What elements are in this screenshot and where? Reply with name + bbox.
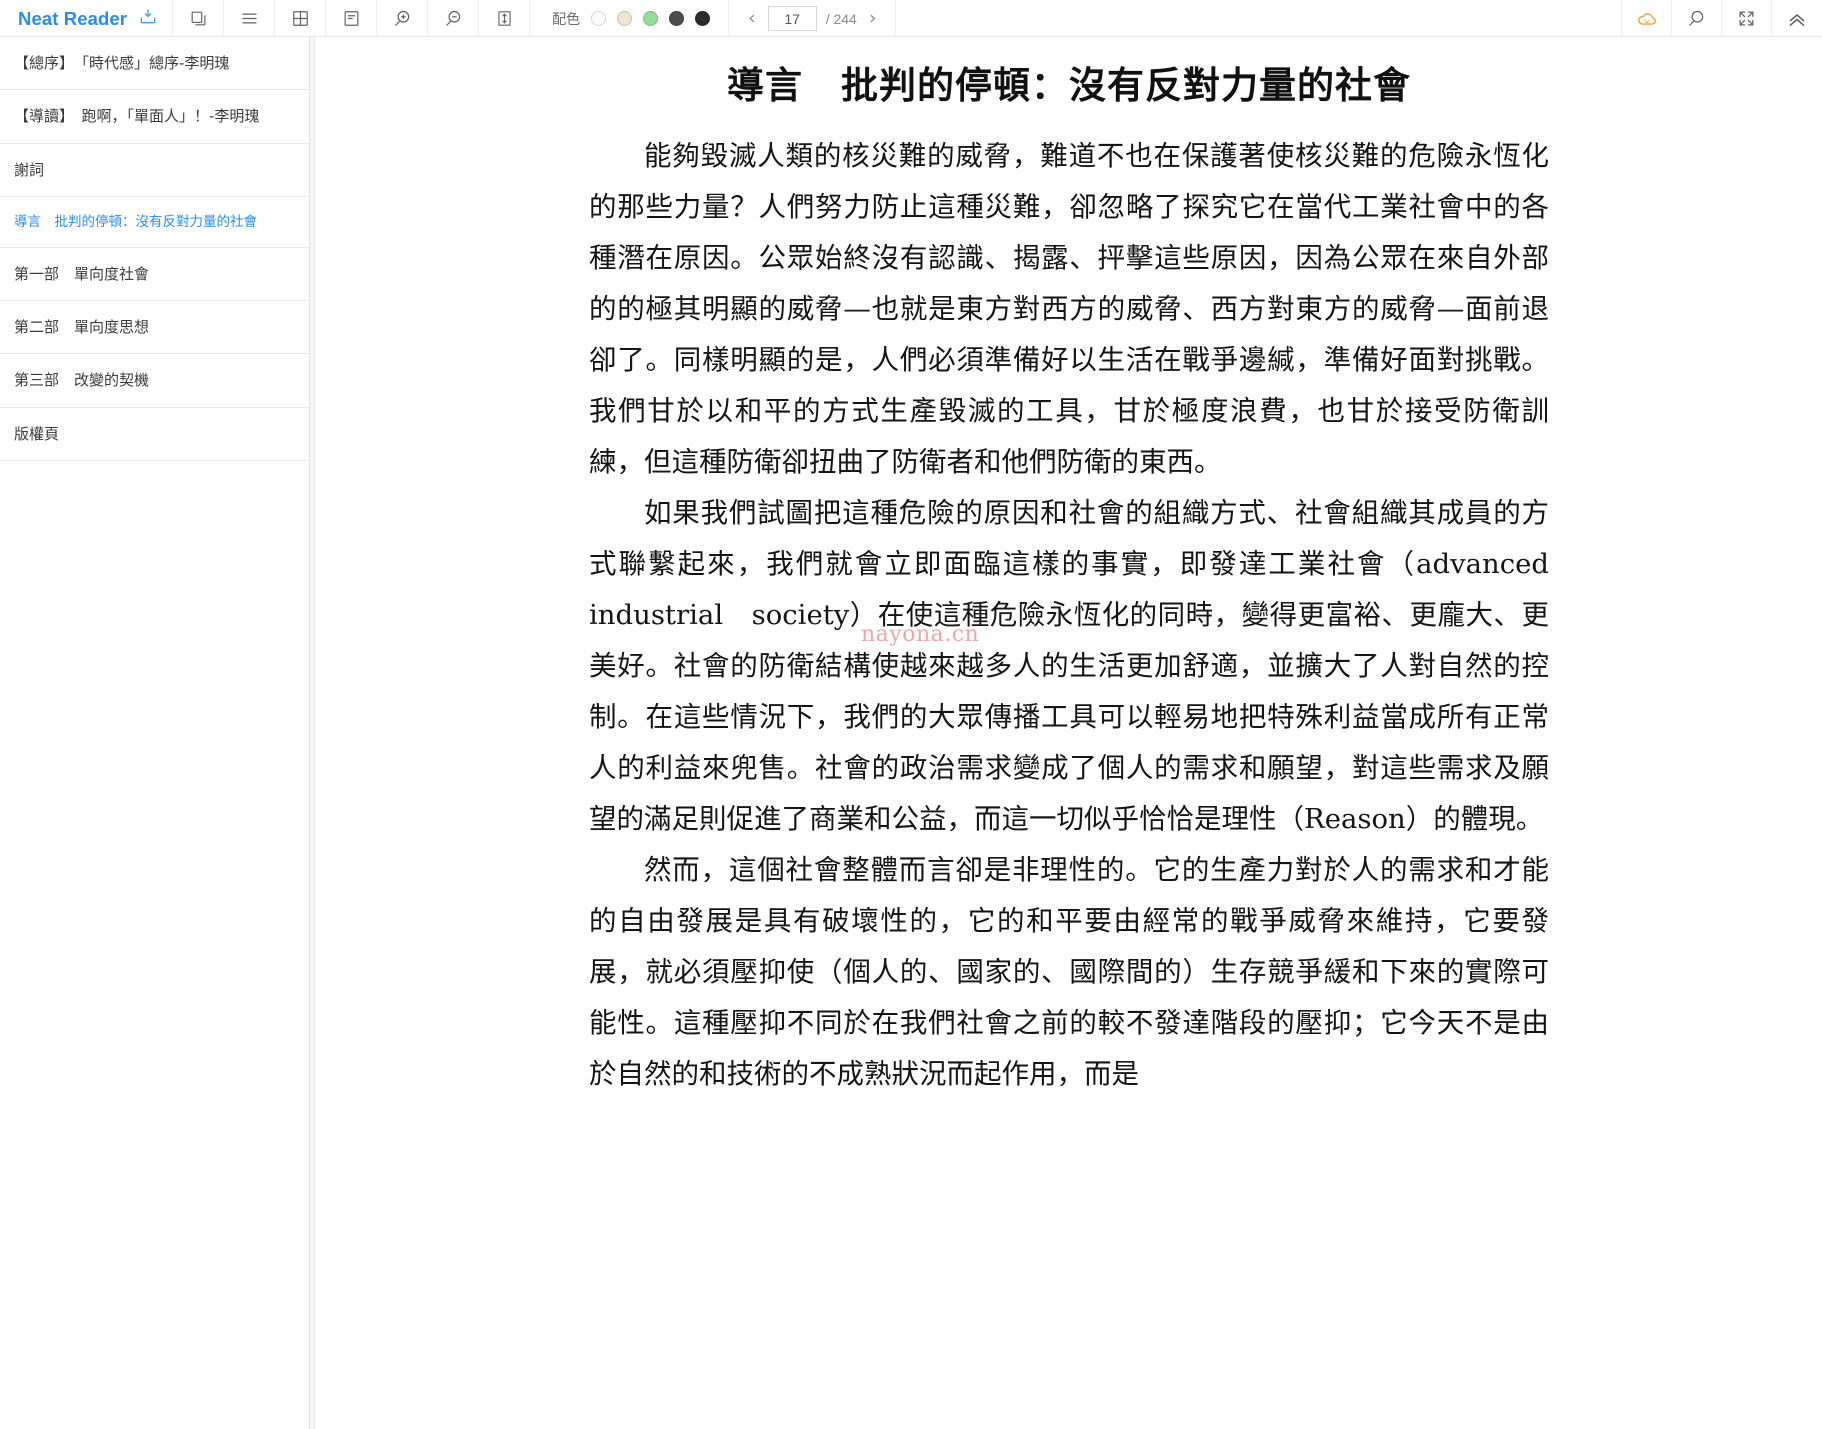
notes-icon[interactable] <box>326 0 376 37</box>
copy-icon[interactable] <box>173 0 223 37</box>
next-page-button[interactable]: › <box>866 9 880 28</box>
contents-icon[interactable] <box>224 0 274 37</box>
pager: ‹ / 244 › <box>729 0 897 37</box>
cloud-sync-icon[interactable] <box>1622 0 1672 37</box>
app-title: Neat Reader <box>18 7 128 29</box>
color-scheme-label: 配色 <box>552 11 581 28</box>
toolbar-button-layout[interactable] <box>275 0 327 37</box>
paragraph-1: 能夠毀滅人類的核災難的威脅，難道不也在保護著使核災難的危險永恆化的那些力量？人們… <box>589 140 1549 478</box>
color-scheme-group: 配色 <box>530 0 730 37</box>
sidebar-item-2[interactable]: 謝詞 <box>0 144 309 197</box>
sidebar-item-5[interactable]: 第二部 單向度思想 <box>0 301 309 355</box>
toc-sidebar: 【總序】 「時代感」總序-李明瑰 【導讀】 跑啊，「單面人」！-李明瑰 謝詞 導… <box>0 37 310 1429</box>
collapse-up-icon[interactable] <box>1772 0 1822 37</box>
grid-layout-icon[interactable] <box>275 0 325 37</box>
sidebar-item-6[interactable]: 第三部 改變的契機 <box>0 354 309 408</box>
sidebar-item-0[interactable]: 【總序】 「時代感」總序-李明瑰 <box>0 37 309 91</box>
zoom-out-icon[interactable] <box>428 0 478 37</box>
page-number-input[interactable] <box>767 6 817 31</box>
scheme-white-swatch[interactable] <box>591 11 607 26</box>
toolbar-button-copy[interactable] <box>173 0 225 37</box>
book-page: 導言 批判的停頓：沒有反對力量的社會 能夠毀滅人類的核災難的威脅，難道不也在保護… <box>589 37 1577 1100</box>
paragraph-2: 如果我們試圖把這種危險的原因和社會的組織方式、社會組織其成員的方式聯繫起來，我們… <box>589 497 1577 835</box>
zoom-in-icon[interactable] <box>377 0 427 37</box>
sidebar-resize-handle[interactable] <box>310 37 315 1429</box>
top-toolbar: Neat Reader 配色 ‹ 17 / 244 › <box>0 0 1822 37</box>
toc-list: 【總序】 「時代感」總序-李明瑰 【導讀】 跑啊，「單面人」！-李明瑰 謝詞 導… <box>0 37 309 461</box>
page-total-label: / 244 <box>825 10 857 27</box>
sidebar-item-7[interactable]: 版權頁 <box>0 408 309 461</box>
line-height-icon[interactable] <box>479 0 529 37</box>
fullscreen-icon[interactable] <box>1722 0 1772 37</box>
bookshelf-icon[interactable] <box>138 6 158 31</box>
brand-area: Neat Reader <box>0 0 174 37</box>
toolbar-button-line-height[interactable] <box>479 0 531 37</box>
toolbar-button-contents[interactable] <box>224 0 276 37</box>
paragraph-3: 然而，這個社會整體而言卻是非理性的。它的生產力對於人的需求和才能的自由發展是具有… <box>589 854 1549 1090</box>
toolbar-button-zoom-out[interactable] <box>428 0 480 37</box>
toolbar-button-zoom-in[interactable] <box>377 0 429 37</box>
toolbar-button-notes[interactable] <box>326 0 378 37</box>
chapter-title: 導言 批判的停頓：沒有反對力量的社會 <box>727 63 1411 107</box>
search-icon[interactable] <box>1672 0 1722 37</box>
sidebar-item-4[interactable]: 第一部 單向度社會 <box>0 248 309 302</box>
sidebar-item-3[interactable]: 導言 批判的停頓：沒有反對力量的社會 <box>0 197 309 248</box>
scheme-sepia-swatch[interactable] <box>617 11 633 26</box>
scheme-green-swatch[interactable] <box>643 11 659 26</box>
toolbar-right-group <box>1621 0 1822 37</box>
scheme-gray-swatch[interactable] <box>669 11 685 26</box>
sidebar-item-1[interactable]: 【導讀】 跑啊，「單面人」！-李明瑰 <box>0 90 309 144</box>
scheme-black-swatch[interactable] <box>695 11 711 26</box>
prev-page-button[interactable]: ‹ <box>745 9 759 28</box>
reader-pane[interactable]: 導言 批判的停頓：沒有反對力量的社會 能夠毀滅人類的核災難的威脅，難道不也在保護… <box>316 37 1822 1429</box>
